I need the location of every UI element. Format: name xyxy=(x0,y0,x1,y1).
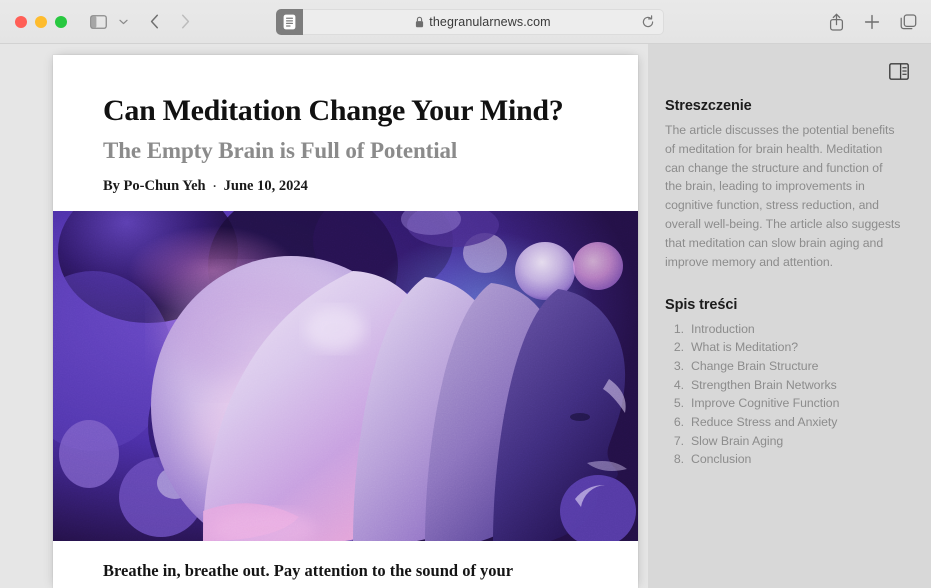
reader-sidebar: Streszczenie The article discusses the p… xyxy=(648,44,931,588)
plus-icon xyxy=(864,14,880,29)
share-button[interactable] xyxy=(827,13,845,31)
toolbar-actions xyxy=(827,13,917,31)
toc-label: Reduce Stress and Anxiety xyxy=(691,415,838,430)
article-subhead: The Empty Brain is Full of Potential xyxy=(103,137,458,163)
url-display: thegranularnews.com xyxy=(415,15,551,29)
toc-label: Slow Brain Aging xyxy=(691,433,784,448)
toc-number: 5. xyxy=(673,396,684,411)
share-icon xyxy=(829,13,843,31)
browser-window: thegranularnews.com Can Meditation Chang… xyxy=(0,0,931,588)
lock-icon xyxy=(416,16,424,28)
chevron-down-icon xyxy=(118,19,128,24)
forward-chevron-icon xyxy=(181,14,189,29)
reader-page: Can Meditation Change Your Mind? The Emp… xyxy=(53,55,638,588)
tab-overview-icon xyxy=(900,13,916,29)
toc-label: Introduction xyxy=(691,321,755,336)
byline-author: By Po-Chun Yeh xyxy=(103,177,206,194)
table-of-contents: 1. Introduction 2. What is Meditation? 3… xyxy=(665,320,901,470)
sidebar-toggle-button[interactable] xyxy=(88,14,108,30)
reload-button[interactable] xyxy=(641,15,655,29)
list-item[interactable]: 3. Change Brain Structure xyxy=(665,357,901,376)
reader-mode-icon xyxy=(283,14,296,30)
toc-heading: Spis treści xyxy=(665,296,738,313)
toolbar-nav-group xyxy=(67,11,196,33)
byline-date: June 10, 2024 xyxy=(223,177,308,194)
toc-label: Conclusion xyxy=(691,452,752,467)
toc-number: 3. xyxy=(673,358,684,373)
url-text: thegranularnews.com xyxy=(429,15,551,29)
sidebar-options-button[interactable] xyxy=(117,16,129,28)
sidebar-icon xyxy=(89,14,107,29)
reload-icon xyxy=(642,15,654,28)
lead-paragraph: Breathe in, breathe out. Pay attention t… xyxy=(103,560,586,588)
address-bar[interactable]: thegranularnews.com xyxy=(276,9,664,35)
back-chevron-icon xyxy=(150,14,158,29)
reader-mode-button[interactable] xyxy=(276,9,303,35)
toc-number: 6. xyxy=(673,415,684,430)
toc-number: 2. xyxy=(673,340,684,355)
byline: By Po-Chun Yeh · June 10, 2024 xyxy=(53,164,638,195)
summary-heading: Streszczenie xyxy=(665,98,752,114)
list-item[interactable]: 7. Slow Brain Aging xyxy=(665,432,901,451)
byline-separator: · xyxy=(212,178,217,193)
list-item[interactable]: 8. Conclusion xyxy=(665,450,901,469)
hero-image xyxy=(53,210,638,541)
back-button[interactable] xyxy=(143,11,165,33)
content-area: Can Meditation Change Your Mind? The Emp… xyxy=(0,44,931,588)
toc-label: Strengthen Brain Networks xyxy=(691,377,837,392)
list-item[interactable]: 2. What is Meditation? xyxy=(665,338,901,357)
new-tab-button[interactable] xyxy=(863,13,881,31)
list-item[interactable]: 6. Reduce Stress and Anxiety xyxy=(665,413,901,432)
toc-number: 8. xyxy=(673,452,684,467)
toc-number: 1. xyxy=(673,321,684,336)
list-item[interactable]: 1. Introduction xyxy=(665,320,901,339)
list-item[interactable]: 4. Strengthen Brain Networks xyxy=(665,376,901,395)
article: Can Meditation Change Your Mind? The Emp… xyxy=(53,55,638,588)
close-window-button[interactable] xyxy=(15,15,27,28)
summary-text: The article discusses the potential bene… xyxy=(665,123,901,269)
toc-label: Change Brain Structure xyxy=(691,358,819,373)
toc-label: What is Meditation? xyxy=(691,340,799,355)
window-traffic-lights xyxy=(15,15,67,28)
reader-sidebar-body: Streszczenie The article discusses the p… xyxy=(648,44,931,469)
list-item[interactable]: 5. Improve Cognitive Function xyxy=(665,394,901,413)
minimize-window-button[interactable] xyxy=(35,15,47,28)
maximize-window-button[interactable] xyxy=(55,15,67,28)
tab-overview-button[interactable] xyxy=(899,13,917,31)
toc-number: 7. xyxy=(673,433,684,448)
browser-toolbar: thegranularnews.com xyxy=(0,0,931,44)
forward-button[interactable] xyxy=(174,11,196,33)
reader-sidebar-toggle-button[interactable] xyxy=(889,63,909,80)
toc-label: Improve Cognitive Function xyxy=(691,396,840,411)
reader-sidebar-toggle-icon xyxy=(889,63,909,80)
page-title: Can Meditation Change Your Mind? xyxy=(103,94,564,127)
toc-number: 4. xyxy=(673,377,684,392)
hero-artwork xyxy=(53,210,638,541)
url-field[interactable]: thegranularnews.com xyxy=(303,9,664,35)
